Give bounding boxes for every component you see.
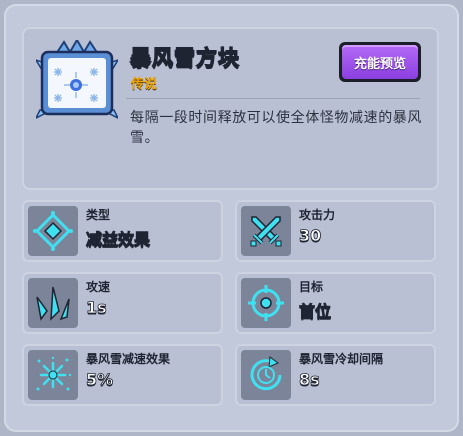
charge-preview-label: 充能预览 [342, 45, 418, 79]
snow-burst-icon [28, 350, 78, 400]
crosshair-target-icon [241, 278, 291, 328]
stat-label: 攻击力 [299, 208, 336, 222]
stat-label: 暴风雪冷却间隔 [299, 352, 384, 366]
stat-value: 首位 [299, 302, 332, 322]
stat-value: 1s [86, 298, 107, 318]
stat-value: 减益效果 [86, 230, 151, 250]
stat-label: 攻速 [86, 280, 111, 294]
stat-card-blizzard-slow: 暴风雪减速效果 5% [22, 344, 223, 406]
speed-spikes-icon [28, 278, 78, 328]
item-name: 暴风雪方块 [129, 45, 240, 70]
item-description: 每隔一段时间释放可以使全体怪物减速的暴风雪。 [130, 110, 422, 146]
stat-label: 目标 [299, 280, 324, 294]
cooldown-clock-icon [241, 350, 291, 400]
charge-preview-button[interactable]: 充能预览 [339, 42, 421, 82]
stat-card-target: 目标 首位 [235, 272, 436, 334]
stat-label: 类型 [86, 208, 111, 222]
stat-card-type: 类型 减益效果 [22, 200, 223, 262]
snowflake-block-icon [34, 38, 120, 120]
stat-label: 暴风雪减速效果 [86, 352, 171, 366]
stat-value: 8s [299, 370, 320, 390]
debuff-diamond-icon [28, 206, 78, 256]
stat-card-attack: 攻击力 30 [235, 200, 436, 262]
stat-value: 5% [86, 370, 114, 390]
header-divider [126, 98, 420, 99]
stat-value: 30 [299, 226, 322, 246]
stat-card-blizzard-cooldown: 暴风雪冷却间隔 8s [235, 344, 436, 406]
crossed-swords-icon [241, 206, 291, 256]
rarity-label: 传说 [131, 77, 158, 92]
stat-card-attack-speed: 攻速 1s [22, 272, 223, 334]
